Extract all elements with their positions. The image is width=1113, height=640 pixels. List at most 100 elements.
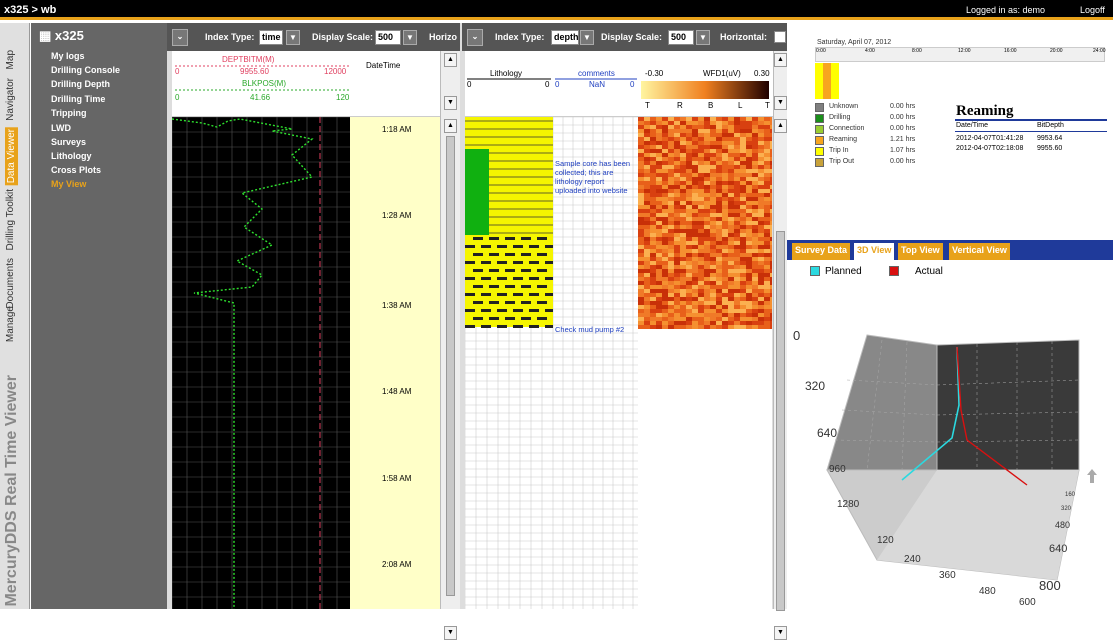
scroll-down-icon[interactable]: ▼ (444, 96, 457, 110)
app-brand: MercuryDDS Real Time Viewer (3, 375, 20, 607)
scroll-up-icon[interactable]: ▲ (444, 53, 457, 67)
time-label: 1:18 AM (382, 125, 412, 134)
state-hours: 0.00 hrs (890, 103, 916, 110)
hour-label: 16:00 (1004, 48, 1017, 54)
display-scale-select[interactable]: 500 (375, 30, 401, 45)
depth-log-header: Lithology 0 0 comments 0 0 NaN -0.30 WFD… (465, 51, 773, 117)
state-hours: 1.07 hrs (890, 147, 916, 154)
chevron-down-icon[interactable]: ▼ (580, 30, 594, 45)
section-title: Reaming (956, 103, 1014, 119)
time-log-header: DEPTBITM(M) 0 12000 9955.60 BLKPOS(M) 0 … (172, 51, 440, 117)
depth-tick: 960 (829, 464, 846, 475)
tab-vertical-view[interactable]: Vertical View (949, 243, 1010, 260)
nav-my-logs[interactable]: My logs (51, 51, 85, 61)
north-arrow-icon (1087, 469, 1097, 483)
nav-surveys[interactable]: Surveys (51, 137, 86, 147)
scroll-up-icon[interactable]: ▲ (774, 119, 787, 133)
time-log-scrollbar[interactable]: ▲ ▼ ▲ ▼ (440, 51, 460, 640)
state-swatch (815, 158, 824, 167)
scroll-down-icon[interactable]: ▼ (774, 626, 787, 640)
hour-label: 20:00 (1050, 48, 1063, 54)
breadcrumb[interactable]: x325 > wb (4, 4, 56, 16)
scroll-up-icon[interactable]: ▲ (774, 53, 787, 67)
index-type-label: Index Type: (495, 32, 545, 42)
scroll-down-icon[interactable]: ▼ (444, 626, 457, 640)
state-hours: 0.00 hrs (890, 158, 916, 165)
display-scale-select[interactable]: 500 (668, 30, 694, 45)
state-hours: 1.21 hrs (890, 136, 916, 143)
x-tick: 240 (904, 554, 921, 565)
row-date: 2012-04-07T02:18:08 (956, 145, 1024, 152)
well-title: ▦ x325 (39, 28, 84, 43)
chevron-down-icon[interactable]: ▼ (286, 30, 300, 45)
state-swatch (815, 114, 824, 123)
x-tick: 600 (1019, 597, 1036, 608)
y-tick: 640 (1049, 543, 1067, 555)
activity-panel: Saturday, April 07, 2012 0:00 4:00 8:00 … (787, 23, 1113, 233)
state-swatch (815, 125, 824, 134)
y-tick: 160 (1065, 492, 1076, 498)
tab-survey-data[interactable]: Survey Data (792, 243, 851, 260)
tab-top-view[interactable]: Top View (898, 243, 943, 260)
waveform-track (638, 117, 772, 609)
tab-drilling-toolkit[interactable]: Drilling Toolkit (5, 189, 16, 251)
nav-lithology[interactable]: Lithology (51, 151, 92, 161)
tab-data-viewer[interactable]: Data Viewer (5, 127, 18, 186)
trip-in-segment (815, 63, 823, 99)
nav-lwd[interactable]: LWD (51, 123, 71, 133)
reaming-segment (823, 63, 831, 99)
wfd-letter: L (738, 101, 743, 110)
wfd-letter: B (708, 101, 714, 110)
chevron-down-icon[interactable]: ▼ (403, 30, 417, 45)
tab-manage[interactable]: Manage (5, 306, 16, 342)
tab-navigator[interactable]: Navigator (5, 78, 16, 121)
nav-drilling-console[interactable]: Drilling Console (51, 65, 120, 75)
time-log-toolbar: ⌄ Index Type: time ▼ Display Scale: 500 … (167, 23, 460, 51)
nav-drilling-depth[interactable]: Drilling Depth (51, 79, 110, 89)
survey-tab-bar: Survey Data 3D View Top View Vertical Vi… (787, 240, 1113, 260)
wfd-letter: T (765, 101, 770, 110)
depth-log-toolbar: ⌄ Index Type: depth ▼ Display Scale: 500… (462, 23, 787, 51)
y-tick: 320 (1061, 506, 1072, 512)
activity-date: Saturday, April 07, 2012 (817, 39, 892, 46)
navigator-panel: ▦ x325 My logs Drilling Console Drilling… (31, 23, 167, 609)
depth-log-scrollbar[interactable]: ▲ ▼ ▲ ▼ (773, 51, 787, 640)
tab-documents[interactable]: Documents (5, 258, 16, 309)
x-tick: 360 (939, 570, 956, 581)
logoff-link[interactable]: Logoff (1080, 5, 1105, 15)
hour-label: 8:00 (912, 48, 922, 54)
scroll-thumb[interactable] (776, 231, 785, 611)
nav-tripping[interactable]: Tripping (51, 108, 87, 118)
time-label: 1:48 AM (382, 387, 412, 396)
state-swatch (815, 136, 824, 145)
collapse-button[interactable]: ⌄ (172, 29, 188, 46)
chevron-down-icon[interactable]: ▼ (696, 30, 710, 45)
well-icon: ▦ (39, 28, 55, 43)
login-status: Logged in as: demo (966, 5, 1046, 15)
wfd-letter: R (677, 101, 683, 110)
tab-3d-view[interactable]: 3D View (854, 243, 895, 260)
tab-map[interactable]: Map (5, 50, 16, 69)
nav-my-view[interactable]: My View (51, 179, 86, 189)
vertical-tab-bar: Map Navigator Data Viewer Drilling Toolk… (0, 23, 30, 609)
state-name: Reaming (829, 136, 858, 143)
display-scale-label: Display Scale: (312, 32, 374, 42)
time-log-track (172, 117, 350, 609)
horizontal-checkbox[interactable] (774, 31, 786, 43)
state-swatch (815, 103, 824, 112)
collapse-button[interactable]: ⌄ (467, 29, 483, 46)
scroll-up-icon[interactable]: ▲ (444, 119, 457, 133)
time-label: 2:08 AM (382, 560, 412, 569)
nav-cross-plots[interactable]: Cross Plots (51, 165, 101, 175)
scroll-down-icon[interactable]: ▼ (774, 96, 787, 110)
index-type-select[interactable]: time (259, 30, 283, 45)
header-dividers (175, 65, 350, 91)
table-header: BitDepth (1037, 122, 1064, 129)
time-label: 1:58 AM (382, 474, 412, 483)
display-scale-label: Display Scale: (601, 32, 663, 42)
nav-drilling-time[interactable]: Drilling Time (51, 94, 105, 104)
scroll-thumb[interactable] (446, 136, 455, 596)
index-type-select[interactable]: depth (551, 30, 579, 45)
hour-label: 4:00 (865, 48, 875, 54)
y-tick: 800 (1039, 578, 1061, 593)
